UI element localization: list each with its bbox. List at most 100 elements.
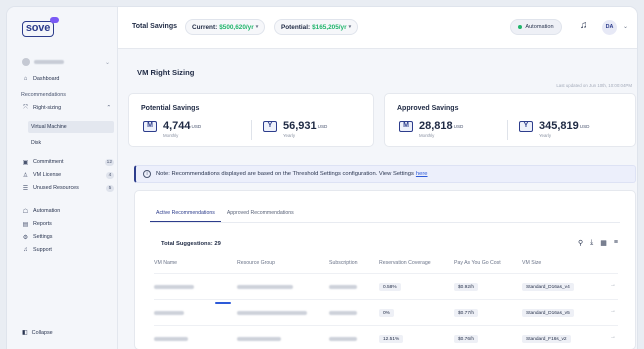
- chevron-down-icon: ⌄: [104, 59, 110, 66]
- approved-monthly: M 28,818 USD Monthly: [399, 120, 464, 138]
- account-name-redacted: [34, 60, 64, 64]
- sidebar-item-automation[interactable]: ☖ Automation: [22, 206, 114, 216]
- automation-label: Automation: [525, 24, 554, 30]
- bell-icon[interactable]: ♫: [580, 20, 588, 31]
- tab-active-recommendations[interactable]: Active Recommendations: [150, 205, 221, 222]
- metric-value: 345,819: [539, 120, 579, 132]
- recommendations-panel: Active Recommendations Approved Recommen…: [134, 190, 636, 349]
- calendar-icon[interactable]: ▦: [600, 239, 607, 247]
- sidebar-subitem-virtual-machine[interactable]: Virtual Machine: [28, 121, 114, 133]
- automation-button[interactable]: Automation: [510, 19, 562, 35]
- home-icon: ⌂: [23, 76, 28, 82]
- sidebar-item-label: Commitment: [33, 159, 64, 165]
- table-toolbar: ⚲ ⤓ ▦ ≡: [578, 239, 618, 247]
- report-icon: ▤: [22, 221, 29, 228]
- total-savings-label: Total Savings: [132, 23, 177, 30]
- vm-name-redacted: [154, 311, 184, 315]
- vm-size-chip: Standard_D16as_v4: [522, 283, 574, 291]
- calendar-icon: ▣: [22, 159, 29, 166]
- arrow-right-icon[interactable]: →: [610, 334, 616, 340]
- arrow-right-icon[interactable]: →: [610, 308, 616, 314]
- coverage-chip: 0.58%: [379, 283, 401, 291]
- server-icon: ☰: [22, 185, 29, 192]
- column-header: VM Size: [522, 260, 542, 266]
- sidebar-item-label: Right-sizing: [33, 105, 62, 111]
- last-updated: Last updated on Jun 10th, 10:00:04PM: [556, 83, 632, 88]
- sidebar-item-commitment[interactable]: ▣ Commitment 12: [22, 157, 114, 167]
- threshold-notice: i Note: Recommendations displayed are ba…: [134, 165, 636, 183]
- total-suggestions: Total Suggestions: 29: [161, 241, 221, 247]
- status-dot: [518, 25, 523, 29]
- metric-unit: USD: [191, 123, 202, 129]
- column-header: Subscription: [329, 260, 358, 266]
- arrow-right-icon[interactable]: →: [610, 282, 616, 288]
- card-title: Approved Savings: [397, 105, 459, 112]
- logo-badge: [50, 17, 59, 23]
- count-badge: 12: [104, 158, 114, 166]
- sidebar: sove ⌄ ⌂ Dashboard Recommendations ⤧ Rig…: [7, 7, 118, 349]
- search-icon[interactable]: ⚲: [578, 239, 583, 247]
- scroll-indicator[interactable]: [215, 302, 231, 304]
- resource-group-redacted: [237, 337, 281, 341]
- metric-label: Yearly: [539, 133, 552, 138]
- sidebar-item-settings[interactable]: ⚙ Settings: [22, 232, 114, 242]
- sidebar-item-label: Reports: [33, 221, 52, 227]
- table-header: VM Name Resource Group Subscription Rese…: [154, 260, 618, 269]
- potential-label: Potential:: [281, 23, 311, 31]
- current-label: Current:: [192, 23, 218, 31]
- app-window: sove ⌄ ⌂ Dashboard Recommendations ⤧ Rig…: [7, 7, 637, 349]
- gear-icon: ⚙: [22, 234, 29, 241]
- count-badge: 5: [106, 184, 114, 192]
- cost-chip: $0.92/h: [454, 283, 479, 291]
- coverage-chip: 12.51%: [379, 335, 404, 343]
- metric-unit: USD: [579, 123, 590, 129]
- notice-text: Note: Recommendations displayed are base…: [156, 171, 414, 177]
- cost-chip: $0.76/h: [454, 335, 479, 343]
- sidebar-item-unused-resources[interactable]: ☰ Unused Resources 5: [22, 183, 114, 193]
- sidebar-item-dashboard[interactable]: ⌂ Dashboard: [22, 74, 114, 84]
- sidebar-item-label: Settings: [33, 234, 53, 240]
- approved-yearly: Y 345,819 USD Yearly: [519, 120, 590, 138]
- vm-size-chip: Standard_D16as_v5: [522, 309, 574, 317]
- sidebar-item-label: Dashboard: [33, 76, 60, 82]
- chevron-down-icon[interactable]: ⌄: [623, 23, 628, 30]
- metric-unit: USD: [317, 123, 328, 129]
- sidebar-item-label: Support: [33, 247, 52, 253]
- count-badge: 4: [106, 171, 114, 179]
- robot-icon: ☖: [22, 208, 29, 215]
- account-switcher[interactable]: ⌄: [22, 57, 110, 67]
- divider: [251, 120, 252, 140]
- info-icon: i: [143, 170, 151, 178]
- sidebar-item-reports[interactable]: ▤ Reports: [22, 219, 114, 229]
- calendar-year-icon: Y: [263, 120, 277, 132]
- resize-icon: ⤧: [23, 104, 28, 111]
- table-row[interactable]: 0.58% $0.92/h Standard_D16as_v4 →: [154, 273, 618, 299]
- potential-savings-dropdown[interactable]: Potential: $165,205/yr ▾: [274, 19, 359, 35]
- collapse-button[interactable]: ◧ Collapse: [22, 329, 53, 337]
- cost-chip: $0.77/h: [454, 309, 479, 317]
- sidebar-item-support[interactable]: ♫ Support: [22, 245, 114, 255]
- download-icon[interactable]: ⤓: [590, 239, 593, 247]
- collapse-label: Collapse: [31, 329, 53, 336]
- chevron-down-icon: ▾: [255, 24, 259, 30]
- calendar-month-icon: M: [399, 120, 413, 132]
- user-avatar[interactable]: DA: [602, 20, 617, 35]
- view-settings-link[interactable]: here: [416, 171, 428, 177]
- metric-unit: USD: [453, 123, 464, 129]
- sidebar-item-vm-license[interactable]: ♙ VM License 4: [22, 170, 114, 180]
- collapse-icon: ◧: [22, 330, 28, 336]
- calendar-year-icon: Y: [519, 120, 533, 132]
- tab-approved-recommendations[interactable]: Approved Recommendations: [221, 205, 300, 222]
- filter-icon[interactable]: ≡: [614, 239, 618, 247]
- metric-label: Monthly: [419, 133, 435, 138]
- sidebar-subitem-disk[interactable]: Disk: [28, 137, 114, 149]
- logo[interactable]: sove: [22, 21, 54, 37]
- calendar-month-icon: M: [143, 120, 157, 132]
- column-header: Pay As You Go Cost: [454, 260, 501, 266]
- sidebar-item-right-sizing[interactable]: ⤧ Right-sizing ⌃: [22, 103, 114, 113]
- table-row[interactable]: 12.51% $0.76/h Standard_F16s_v2 →: [154, 325, 618, 349]
- tabs-divider: [150, 222, 620, 223]
- column-header: Resource Group: [237, 260, 276, 266]
- current-savings-dropdown[interactable]: Current: $500,620/yr ▾: [185, 19, 266, 35]
- vm-name-redacted: [154, 337, 188, 341]
